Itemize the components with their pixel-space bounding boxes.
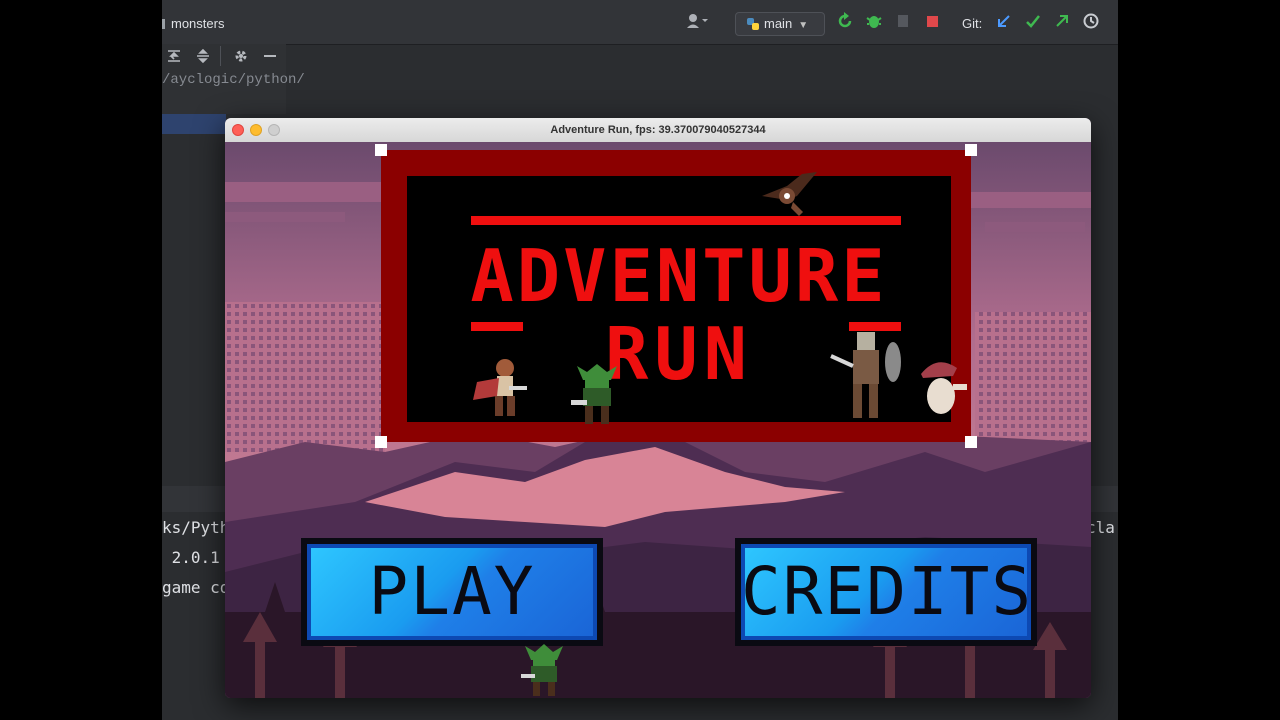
project-panel-tools <box>162 44 286 68</box>
chevron-down-icon: ▼ <box>798 20 809 31</box>
git-commit-icon[interactable] <box>1024 12 1042 32</box>
title-top-bar <box>471 216 901 225</box>
title-board-inner: ADVENTURE RUN <box>407 172 967 424</box>
play-button[interactable]: PLAY <box>301 538 603 646</box>
game-scene: ADVENTURE RUN PLAY CREDITS <box>225 142 1091 698</box>
git-update-icon[interactable] <box>995 12 1013 32</box>
user-icon[interactable] <box>686 12 708 32</box>
collapse-all-icon[interactable] <box>195 48 211 68</box>
hero-adventurer-icon <box>473 359 527 416</box>
game-title-line1: ADVENTURE <box>470 234 888 318</box>
mushroom-creature-icon <box>921 362 967 414</box>
resize-handle-top-right[interactable] <box>965 144 977 156</box>
credits-button[interactable]: CREDITS <box>735 538 1037 646</box>
resize-handle-top-left[interactable] <box>375 144 387 156</box>
git-push-icon[interactable] <box>1053 12 1071 32</box>
game-window: Adventure Run, fps: 39.370079040527344 A… <box>225 118 1091 698</box>
resize-handle-bottom-right[interactable] <box>965 436 977 448</box>
terminal-line: ks/Pyth <box>162 518 230 537</box>
selected-tree-row[interactable] <box>162 114 226 134</box>
settings-icon[interactable] <box>232 47 250 69</box>
project-path: /ayclogic/python/ <box>162 72 305 88</box>
skeleton-warrior-icon <box>830 332 901 418</box>
project-name[interactable]: monsters <box>162 16 224 31</box>
window-titlebar[interactable]: Adventure Run, fps: 39.370079040527344 <box>225 118 1091 143</box>
debug-icon[interactable] <box>865 12 883 32</box>
ide-toolbar: monsters main ▼ Git: <box>162 0 1118 45</box>
bat-monster-icon <box>762 172 817 216</box>
python-icon <box>747 18 759 30</box>
window-title: Adventure Run, fps: 39.370079040527344 <box>550 124 766 136</box>
goblin-icon <box>571 364 617 424</box>
git-label: Git: <box>962 16 983 31</box>
rerun-icon[interactable] <box>836 12 854 32</box>
goblin-sprite-icon <box>521 644 563 696</box>
title-board: ADVENTURE RUN <box>375 144 977 448</box>
panel-divider <box>220 46 221 66</box>
coverage-icon[interactable] <box>894 12 912 32</box>
branch-selector[interactable]: main ▼ <box>735 12 825 36</box>
minimize-panel-icon[interactable] <box>262 47 278 69</box>
resize-handle-bottom-left[interactable] <box>375 436 387 448</box>
expand-all-icon[interactable] <box>166 48 182 68</box>
stop-icon[interactable] <box>925 12 941 32</box>
terminal-line: game co <box>162 578 230 597</box>
terminal-line: 2.0.1 <box>162 548 220 567</box>
branch-label: main <box>764 16 793 31</box>
history-icon[interactable] <box>1082 12 1100 32</box>
